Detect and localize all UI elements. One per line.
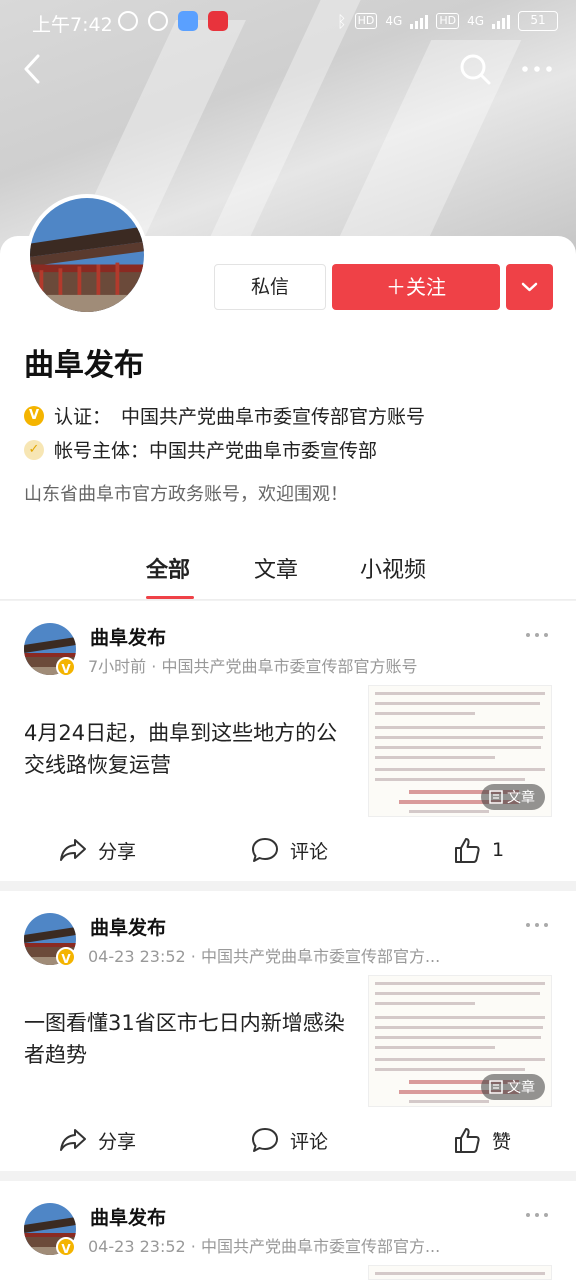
comment-button[interactable]: 评论 bbox=[250, 1125, 328, 1155]
post-meta: 7小时前 · 中国共产党曲阜市委宣传部官方账号 bbox=[88, 657, 418, 676]
hd-badge: HD bbox=[436, 13, 460, 29]
verified-v-icon: V bbox=[56, 657, 76, 677]
feed-post[interactable]: V 曲阜发布 04-23 23:52 · 中国共产党曲阜市委宣传部官方... bbox=[0, 1181, 576, 1280]
status-bar: 上午7:42 ᛒ HD 4G HD 4G 51 bbox=[0, 0, 576, 44]
tab-all[interactable]: 全部 bbox=[146, 552, 190, 584]
article-badge: 文章 bbox=[481, 784, 545, 810]
certification-value: 中国共产党曲阜市委宣传部官方账号 bbox=[121, 406, 426, 428]
verified-v-icon: V bbox=[56, 947, 76, 967]
like-button[interactable]: 1 bbox=[452, 835, 504, 865]
thumbs-up-icon bbox=[455, 838, 480, 863]
share-label: 分享 bbox=[98, 1130, 137, 1153]
like-label: 赞 bbox=[492, 1130, 512, 1153]
comment-label: 评论 bbox=[290, 1130, 329, 1153]
post-author[interactable]: 曲阜发布 bbox=[90, 1203, 166, 1230]
thumbs-up-icon bbox=[455, 1128, 480, 1153]
signal-icon bbox=[492, 13, 510, 29]
feed-post[interactable]: V 曲阜发布 7小时前 · 中国共产党曲阜市委宣传部官方账号 4月24日起，曲阜… bbox=[0, 601, 576, 881]
entity-value: 中国共产党曲阜市委宣传部 bbox=[149, 440, 378, 462]
post-thumbnail[interactable]: 文章 bbox=[368, 975, 552, 1107]
like-button[interactable]: 赞 bbox=[452, 1125, 511, 1155]
news-notification-icon bbox=[208, 11, 228, 31]
profile-avatar[interactable] bbox=[26, 194, 148, 316]
feed-post[interactable]: V 曲阜发布 04-23 23:52 · 中国共产党曲阜市委宣传部官方... 一… bbox=[0, 891, 576, 1171]
verified-v-icon: V bbox=[56, 1237, 76, 1257]
post-title[interactable]: 一图看懂31省区市七日内新增感染者趋势 bbox=[24, 1007, 354, 1071]
battery-icon: 51 bbox=[518, 11, 558, 31]
post-meta: 04-23 23:52 · 中国共产党曲阜市委宣传部官方... bbox=[88, 1237, 441, 1256]
share-label: 分享 bbox=[98, 840, 137, 863]
top-navbar bbox=[0, 44, 576, 94]
follow-button[interactable]: ＋关注 bbox=[332, 264, 500, 310]
article-badge: 文章 bbox=[481, 1074, 545, 1100]
network-label: 4G bbox=[467, 14, 484, 28]
certification-row: V 认证： 中国共产党曲阜市委宣传部官方账号 bbox=[24, 402, 425, 429]
mute-icon bbox=[118, 11, 138, 31]
post-author[interactable]: 曲阜发布 bbox=[90, 623, 166, 650]
post-title[interactable]: 4月24日起，曲阜到这些地方的公交线路恢复运营 bbox=[24, 717, 354, 781]
post-more-icon[interactable] bbox=[524, 1205, 550, 1225]
comment-icon bbox=[252, 838, 278, 862]
signal-icon bbox=[410, 13, 429, 29]
post-more-icon[interactable] bbox=[524, 625, 550, 645]
post-meta: 04-23 23:52 · 中国共产党曲阜市委宣传部官方... bbox=[88, 947, 441, 966]
like-count: 1 bbox=[492, 839, 505, 861]
post-actions: 分享 评论 1 bbox=[0, 831, 576, 871]
share-button[interactable]: 分享 bbox=[58, 835, 136, 865]
status-time: 上午7:42 bbox=[32, 14, 113, 36]
bluetooth-icon: ᛒ bbox=[337, 11, 347, 31]
article-badge-label: 文章 bbox=[507, 790, 535, 806]
post-thumbnail[interactable]: 文章 bbox=[368, 685, 552, 817]
chevron-down-icon bbox=[521, 282, 538, 292]
article-icon bbox=[489, 1080, 503, 1094]
active-tab-indicator bbox=[146, 596, 194, 599]
search-icon[interactable] bbox=[458, 52, 492, 86]
app-notification-icon bbox=[178, 11, 198, 31]
comment-icon bbox=[252, 1128, 278, 1152]
entity-row[interactable]: ✓ 帐号主体： 中国共产党曲阜市委宣传部 bbox=[24, 436, 377, 463]
back-arrow-icon[interactable] bbox=[18, 52, 48, 86]
post-thumbnail[interactable] bbox=[368, 1265, 552, 1280]
profile-intro: 山东省曲阜市官方政务账号，欢迎围观！ bbox=[24, 484, 348, 505]
article-badge-label: 文章 bbox=[507, 1080, 535, 1096]
alarm-icon bbox=[148, 11, 168, 31]
network-label: 4G bbox=[385, 14, 403, 28]
post-author[interactable]: 曲阜发布 bbox=[90, 913, 166, 940]
share-button[interactable]: 分享 bbox=[58, 1125, 136, 1155]
hd-badge: HD bbox=[354, 13, 378, 29]
temple-image bbox=[30, 198, 144, 312]
content-tabs: 全部 文章 小视频 bbox=[0, 536, 576, 600]
tab-articles[interactable]: 文章 bbox=[254, 552, 298, 584]
share-icon bbox=[60, 1129, 86, 1151]
post-more-icon[interactable] bbox=[524, 915, 550, 935]
share-icon bbox=[60, 839, 86, 861]
comment-button[interactable]: 评论 bbox=[250, 835, 328, 865]
message-button[interactable]: 私信 bbox=[214, 264, 326, 310]
post-actions: 分享 评论 赞 bbox=[0, 1121, 576, 1161]
comment-label: 评论 bbox=[290, 840, 329, 863]
verified-v-icon: V bbox=[24, 405, 44, 426]
certification-label: 认证： bbox=[54, 406, 112, 428]
follow-dropdown-button[interactable] bbox=[506, 264, 553, 310]
article-icon bbox=[489, 790, 503, 804]
profile-name: 曲阜发布 bbox=[24, 348, 144, 383]
tab-short-videos[interactable]: 小视频 bbox=[360, 552, 426, 584]
checkmark-icon: ✓ bbox=[24, 439, 44, 460]
entity-label: 帐号主体： bbox=[54, 440, 150, 462]
more-dots-icon[interactable] bbox=[520, 54, 554, 84]
